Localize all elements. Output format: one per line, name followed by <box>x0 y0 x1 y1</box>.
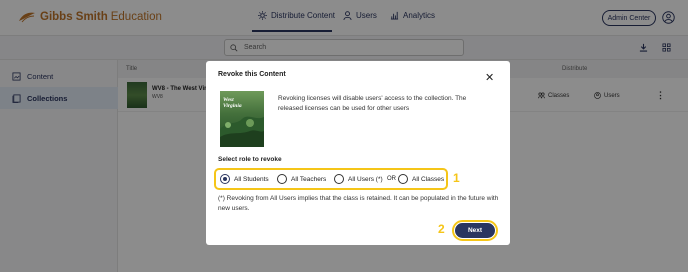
option-label: All Users (*) <box>348 175 383 183</box>
option-all-classes[interactable]: All Classes <box>398 174 444 184</box>
option-all-teachers[interactable]: All Teachers <box>277 174 326 184</box>
step-marker-2: 2 <box>438 222 445 236</box>
cover-title-line-2: Virginia <box>223 103 242 109</box>
option-label: All Classes <box>412 175 445 183</box>
step-marker-1: 1 <box>453 171 460 185</box>
revoke-note: (*) Revoking from All Users implies that… <box>218 195 499 212</box>
collection-cover-image: West Virginia <box>220 91 264 147</box>
or-separator: OR <box>387 176 396 182</box>
dialog-description: Revoking licenses will disable users' ac… <box>278 95 467 112</box>
select-role-label: Select role to revoke <box>218 156 282 163</box>
revoke-content-dialog: Revoke this Content ✕ West Virginia Revo… <box>206 61 510 245</box>
cover-title: West Virginia <box>223 97 242 109</box>
next-button[interactable]: Next <box>455 223 495 238</box>
dialog-title: Revoke this Content <box>218 71 286 78</box>
option-label: All Students <box>234 175 269 183</box>
close-icon[interactable]: ✕ <box>485 73 494 84</box>
option-all-students[interactable]: All Students <box>220 174 269 184</box>
radio-all-students[interactable] <box>220 174 230 184</box>
option-label: All Teachers <box>291 175 327 183</box>
option-all-users[interactable]: All Users (*) <box>334 174 383 184</box>
radio-all-classes[interactable] <box>398 174 408 184</box>
radio-all-teachers[interactable] <box>277 174 287 184</box>
radio-all-users[interactable] <box>334 174 344 184</box>
